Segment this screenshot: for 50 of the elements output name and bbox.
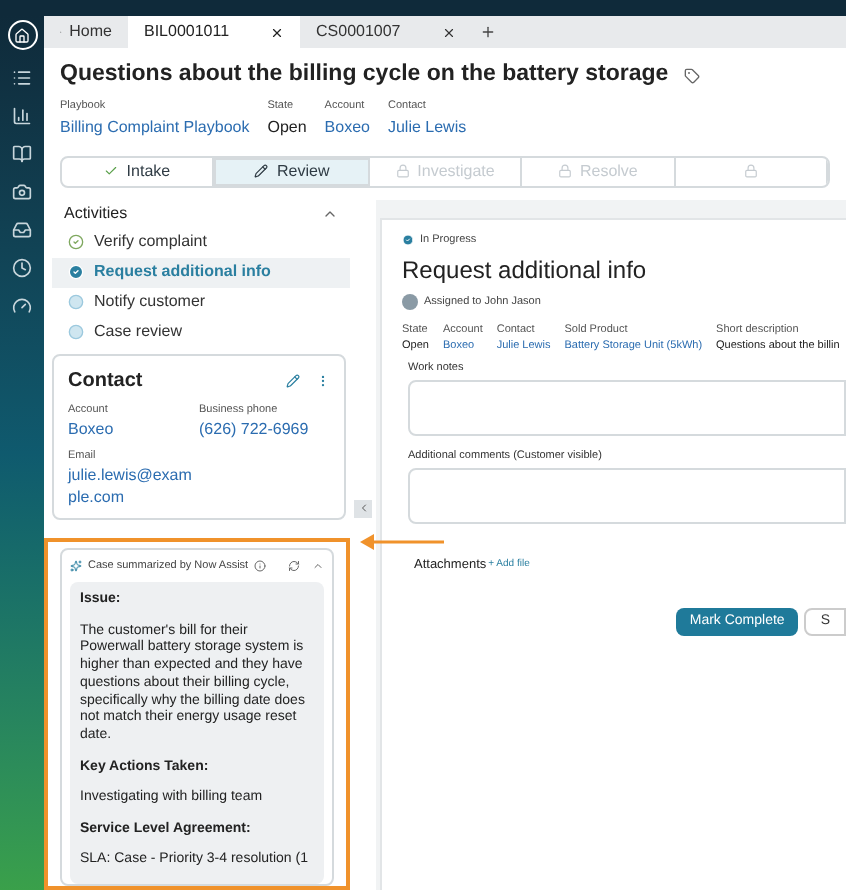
check-circle-icon [68, 264, 84, 280]
info-icon[interactable] [254, 560, 267, 573]
sparkle-icon [70, 560, 82, 573]
lock-icon [743, 164, 758, 178]
tag-icon[interactable] [684, 67, 701, 84]
circle-icon [68, 294, 84, 310]
activity-item[interactable]: Request additional info [52, 257, 350, 287]
lock-icon [395, 164, 410, 178]
status-icon [402, 233, 414, 246]
field-link[interactable]: julie.lewis@example.com [68, 464, 199, 508]
work-notes-field[interactable] [408, 379, 846, 436]
activities-heading: Activities [64, 201, 128, 225]
inbox-icon[interactable] [12, 220, 32, 240]
comments-field[interactable] [408, 468, 846, 524]
avatar [402, 293, 418, 310]
task-title: Request additional info [402, 253, 649, 288]
book-icon[interactable] [12, 144, 32, 164]
chart-icon[interactable] [12, 106, 32, 126]
home-button[interactable] [7, 20, 37, 50]
field-link[interactable]: Julie Lewis [387, 115, 467, 139]
activity-item[interactable]: Case review [52, 317, 350, 347]
circle-icon [68, 324, 84, 340]
field-link[interactable]: Boxeo [68, 417, 199, 440]
close-icon[interactable] [442, 25, 456, 39]
camera-icon[interactable] [12, 182, 32, 202]
collapse-button[interactable] [354, 499, 372, 517]
list-icon[interactable] [12, 68, 32, 88]
pencil-icon[interactable] [286, 373, 300, 387]
activity-item[interactable]: Notify customer [52, 287, 350, 317]
check-icon [104, 164, 119, 178]
pencil-icon [254, 164, 269, 178]
new-tab-icon[interactable] [480, 24, 496, 40]
more-icon[interactable] [316, 373, 330, 387]
field-link[interactable]: (626) 722-6969 [199, 417, 330, 440]
contact-heading: Contact [68, 367, 143, 395]
clock-icon[interactable] [12, 258, 32, 278]
stage-step[interactable]: Review [214, 157, 370, 185]
close-icon[interactable] [270, 25, 284, 39]
lock-icon [557, 164, 572, 178]
field-link[interactable]: Billing Complaint Playbook [60, 115, 250, 139]
field-value: Open [267, 115, 307, 139]
refresh-icon[interactable] [288, 560, 300, 573]
check-circle-icon [68, 234, 84, 250]
gauge-icon[interactable] [12, 296, 32, 316]
chevron-left-icon [357, 502, 369, 514]
annotation-arrow [360, 532, 444, 552]
page-title: Questions about the billing cycle on the battery storage [60, 60, 669, 90]
activity-item[interactable]: Verify complaint [52, 227, 350, 257]
tab[interactable]: BIL0001011 [128, 16, 300, 48]
field-link[interactable]: Boxeo [324, 115, 370, 139]
